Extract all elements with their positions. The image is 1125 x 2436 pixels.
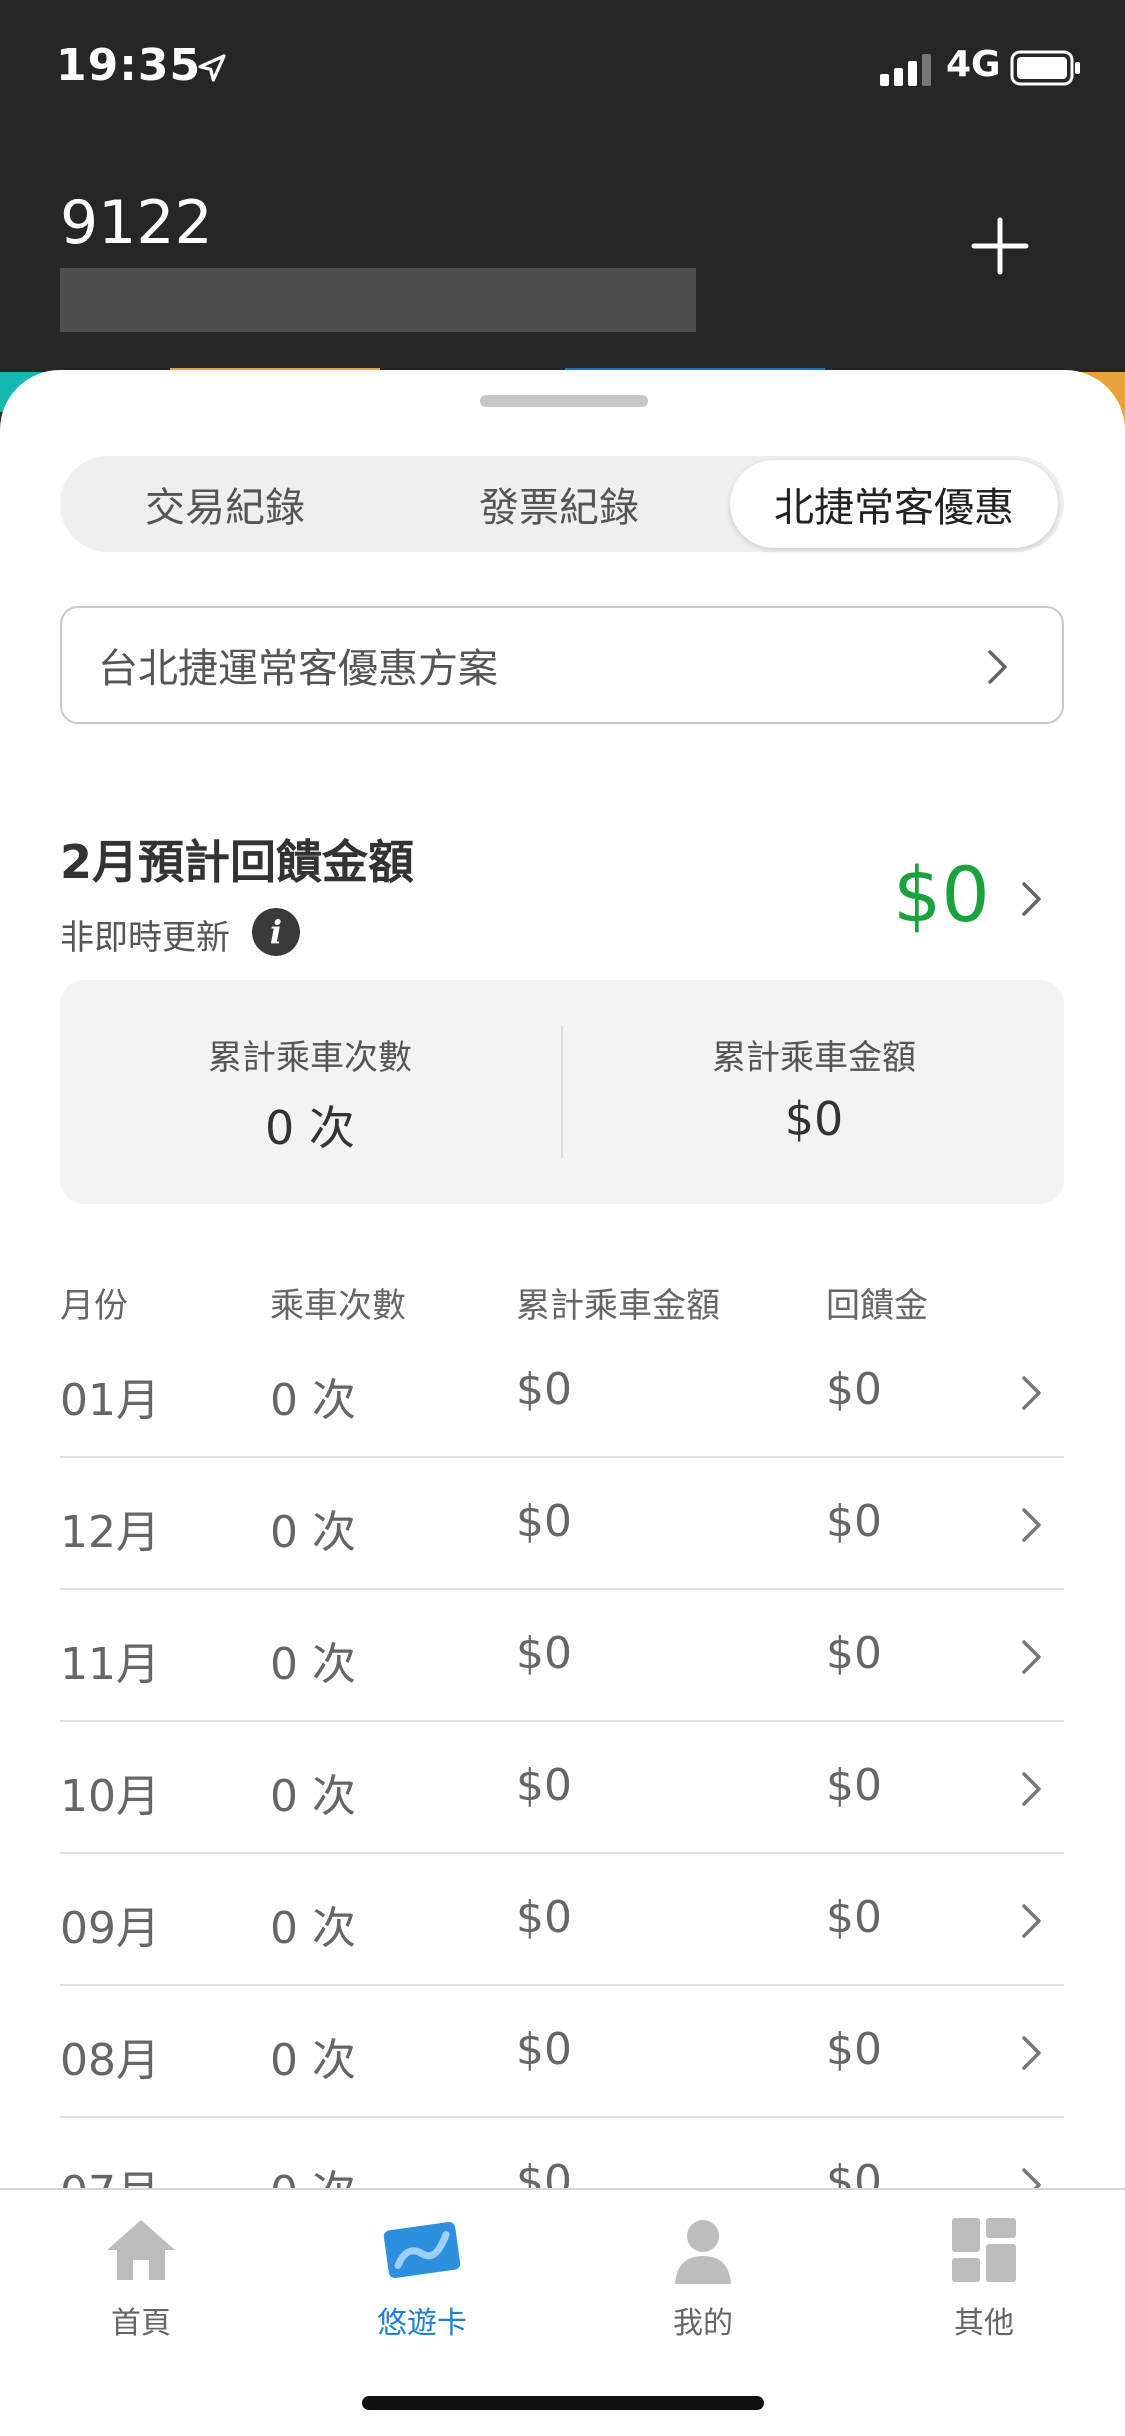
row-spend: $0 [516,1496,572,1547]
scheme-button[interactable]: 台北捷運常客優惠方案 [60,606,1064,724]
table-row[interactable]: 12月 0 次 $0 $0 [60,1458,1064,1590]
summary-note: 非即時更新 [60,918,230,958]
row-spend: $0 [516,1364,572,1415]
row-month: 09月 [60,1903,160,1954]
stats-divider [561,1026,563,1158]
chevron-right-icon [1022,2036,1041,2070]
row-rebate: $0 [826,1892,882,1943]
network-label: 4G [946,44,1001,85]
rides-label: 累計乘車次數 [208,1038,412,1078]
tabbar-card[interactable]: 悠遊卡 [322,2214,522,2342]
card-number: 9122 [60,188,213,258]
home-indicator[interactable] [362,2396,764,2410]
table-row[interactable]: 08月 0 次 $0 $0 [60,1986,1064,2118]
person-icon [675,2220,731,2284]
row-month: 01月 [60,1375,160,1426]
table-row[interactable]: 11月 0 次 $0 $0 [60,1590,1064,1722]
tabbar-label: 其他 [954,2306,1014,2341]
row-rides: 0 次 [270,1771,356,1822]
signal-icon [880,54,931,86]
rides-value: 0 次 [265,1101,355,1155]
row-rebate: $0 [826,1496,882,1547]
row-spend: $0 [516,1628,572,1679]
chevron-right-icon [1022,1376,1041,1410]
tabbar-label: 首頁 [111,2306,171,2341]
add-card-button[interactable] [968,214,1032,278]
spend-label: 累計乘車金額 [712,1038,916,1078]
scheme-button-label: 台北捷運常客優惠方案 [98,646,498,692]
column-header-spend: 累計乘車金額 [516,1286,720,1326]
row-spend: $0 [516,1892,572,1943]
summary-title: 2月預計回饋金額 [60,835,415,889]
summary-amount[interactable]: $0 [893,850,990,939]
stats-panel: 累計乘車次數 0 次 累計乘車金額 $0 [60,980,1064,1204]
battery-icon [1010,50,1080,86]
tab-invoices[interactable]: 發票紀錄 [394,460,724,548]
column-header-rebate: 回饋金 [826,1286,928,1326]
tabbar-home[interactable]: 首頁 [41,2214,241,2342]
column-header-rides: 乘車次數 [270,1286,406,1326]
chevron-right-icon [1022,1508,1041,1542]
row-rides: 0 次 [270,1507,356,1558]
chevron-right-icon [988,650,1007,684]
row-spend: $0 [516,1760,572,1811]
tabbar-profile[interactable]: 我的 [603,2214,803,2342]
column-header-month: 月份 [60,1286,128,1326]
row-rebate: $0 [826,2024,882,2075]
home-icon [107,2220,175,2280]
info-icon[interactable]: i [252,908,300,956]
row-month: 10月 [60,1771,160,1822]
row-rides: 0 次 [270,1375,356,1426]
row-rides: 0 次 [270,2035,356,2086]
status-time: 19:35 [56,40,202,91]
tabbar-label: 我的 [673,2306,733,2341]
row-month: 11月 [60,1639,160,1690]
tabbar-more[interactable]: 其他 [884,2214,1084,2342]
spend-value: $0 [784,1092,844,1146]
tabbar-label: 悠遊卡 [377,2306,467,2341]
row-rebate: $0 [826,1628,882,1679]
row-spend: $0 [516,2024,572,2075]
row-month: 08月 [60,2035,160,2086]
chevron-right-icon[interactable] [1020,880,1044,918]
chevron-right-icon [1022,1640,1041,1674]
row-rebate: $0 [826,1760,882,1811]
tab-frequent-rider[interactable]: 北捷常客優惠 [730,460,1058,548]
chevron-right-icon [1022,1904,1041,1938]
table-row[interactable]: 01月 0 次 $0 $0 [60,1326,1064,1458]
row-rebate: $0 [826,1364,882,1415]
grid-icon [952,2218,1016,2282]
location-arrow-icon [198,54,226,82]
row-rides: 0 次 [270,1639,356,1690]
row-month: 12月 [60,1507,160,1558]
card-icon [383,2221,461,2279]
chevron-right-icon [1022,1772,1041,1806]
table-row[interactable]: 09月 0 次 $0 $0 [60,1854,1064,1986]
row-rides: 0 次 [270,1903,356,1954]
table-row[interactable]: 10月 0 次 $0 $0 [60,1722,1064,1854]
redacted-card-info [60,268,696,332]
segmented-tabs: 交易紀錄 發票紀錄 北捷常客優惠 [60,456,1064,552]
tab-transactions[interactable]: 交易紀錄 [60,460,390,548]
sheet-grabber[interactable] [480,395,648,407]
